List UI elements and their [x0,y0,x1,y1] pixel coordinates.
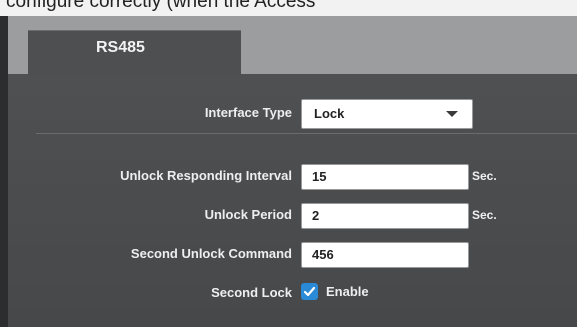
interface-type-select[interactable]: Lock [301,99,473,129]
tab-rs485-label: RS485 [96,39,145,56]
unlock-interval-unit: Sec. [472,169,497,183]
check-icon [303,286,316,297]
unlock-period-label: Unlock Period [204,207,292,222]
header-cut-text: configure correctly (when the Access [6,0,316,12]
screen-bezel [0,16,8,327]
second-lock-enable-label: Enable [326,284,369,299]
interface-type-value: Lock [314,106,345,121]
second-lock-checkbox[interactable] [301,283,318,300]
second-unlock-command-input[interactable]: 456 [301,242,469,268]
section-divider [36,133,577,134]
interface-type-label: Interface Type [204,105,292,120]
second-lock-label: Second Lock [211,285,292,300]
unlock-period-unit: Sec. [472,208,497,222]
second-unlock-command-label: Second Unlock Command [130,246,292,261]
background-document-text: configure correctly (when the Access [0,0,577,16]
unlock-interval-label: Unlock Responding Interval [120,168,292,183]
unlock-interval-input[interactable]: 15 [301,164,469,190]
unlock-period-input[interactable]: 2 [301,203,469,229]
chevron-down-icon [446,111,458,117]
tab-rs485[interactable]: RS485 [28,30,241,75]
